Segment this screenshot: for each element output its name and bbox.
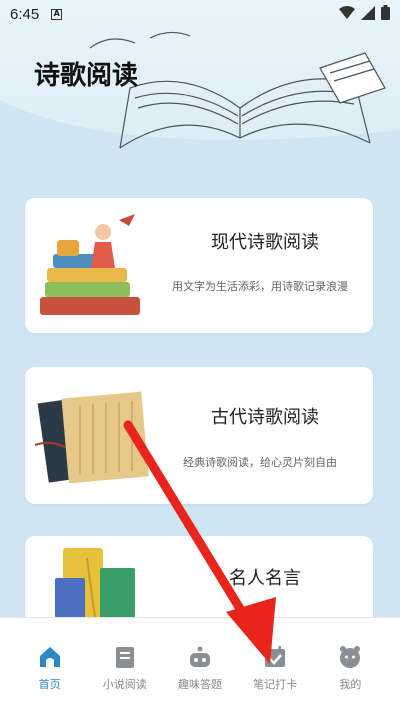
status-bar: 6:45 A	[0, 0, 400, 28]
tab-novel-reading[interactable]: 小说阅读	[89, 618, 161, 711]
card-subtitle: 经典诗歌阅读，给心灵片刻自由	[183, 456, 337, 469]
quiz-robot-icon	[189, 646, 210, 667]
page-title: 诗歌阅读	[34, 61, 139, 91]
card-subtitle: 用文字为生活添彩，用诗歌记录浪漫	[172, 280, 348, 293]
tab-note-checkin[interactable]: 笔记打卡	[239, 618, 311, 711]
card-famous-quotes[interactable]: 名人名言	[25, 536, 373, 626]
status-time: 6:45	[10, 5, 40, 23]
card-modern-poetry[interactable]: 现代诗歌阅读 用文字为生活添彩，用诗歌记录浪漫	[25, 198, 373, 333]
books-stack-illustration	[55, 548, 135, 626]
calendar-check-icon	[265, 646, 286, 667]
card-title: 古代诗歌阅读	[211, 407, 319, 428]
reading-girl-illustration	[40, 214, 140, 315]
home-icon	[39, 647, 60, 667]
card-title: 现代诗歌阅读	[211, 232, 319, 253]
status-indicator: A	[51, 8, 63, 20]
wifi-icon	[339, 5, 355, 19]
tab-mine[interactable]: 我的	[314, 618, 386, 711]
tab-label: 我的	[339, 678, 362, 691]
tab-label: 首页	[38, 678, 61, 691]
tab-label: 小说阅读	[102, 678, 147, 691]
card-ancient-poetry[interactable]: 古代诗歌阅读 经典诗歌阅读，给心灵片刻自由	[25, 367, 373, 504]
tab-fun-quiz[interactable]: 趣味答题	[164, 618, 236, 711]
signal-icon	[361, 5, 375, 20]
battery-icon	[381, 5, 390, 20]
bamboo-scroll-illustration	[35, 391, 149, 484]
card-title: 名人名言	[229, 568, 301, 589]
tab-label: 笔记打卡	[253, 678, 298, 691]
profile-face-icon	[340, 646, 361, 668]
tab-label: 趣味答题	[177, 678, 222, 691]
tab-home[interactable]: 首页	[14, 618, 86, 711]
book-icon	[115, 647, 134, 668]
bottom-tab-bar: 首页 小说阅读 趣味答题 笔记打卡 我的	[0, 617, 400, 711]
open-book-illustration	[90, 31, 386, 149]
